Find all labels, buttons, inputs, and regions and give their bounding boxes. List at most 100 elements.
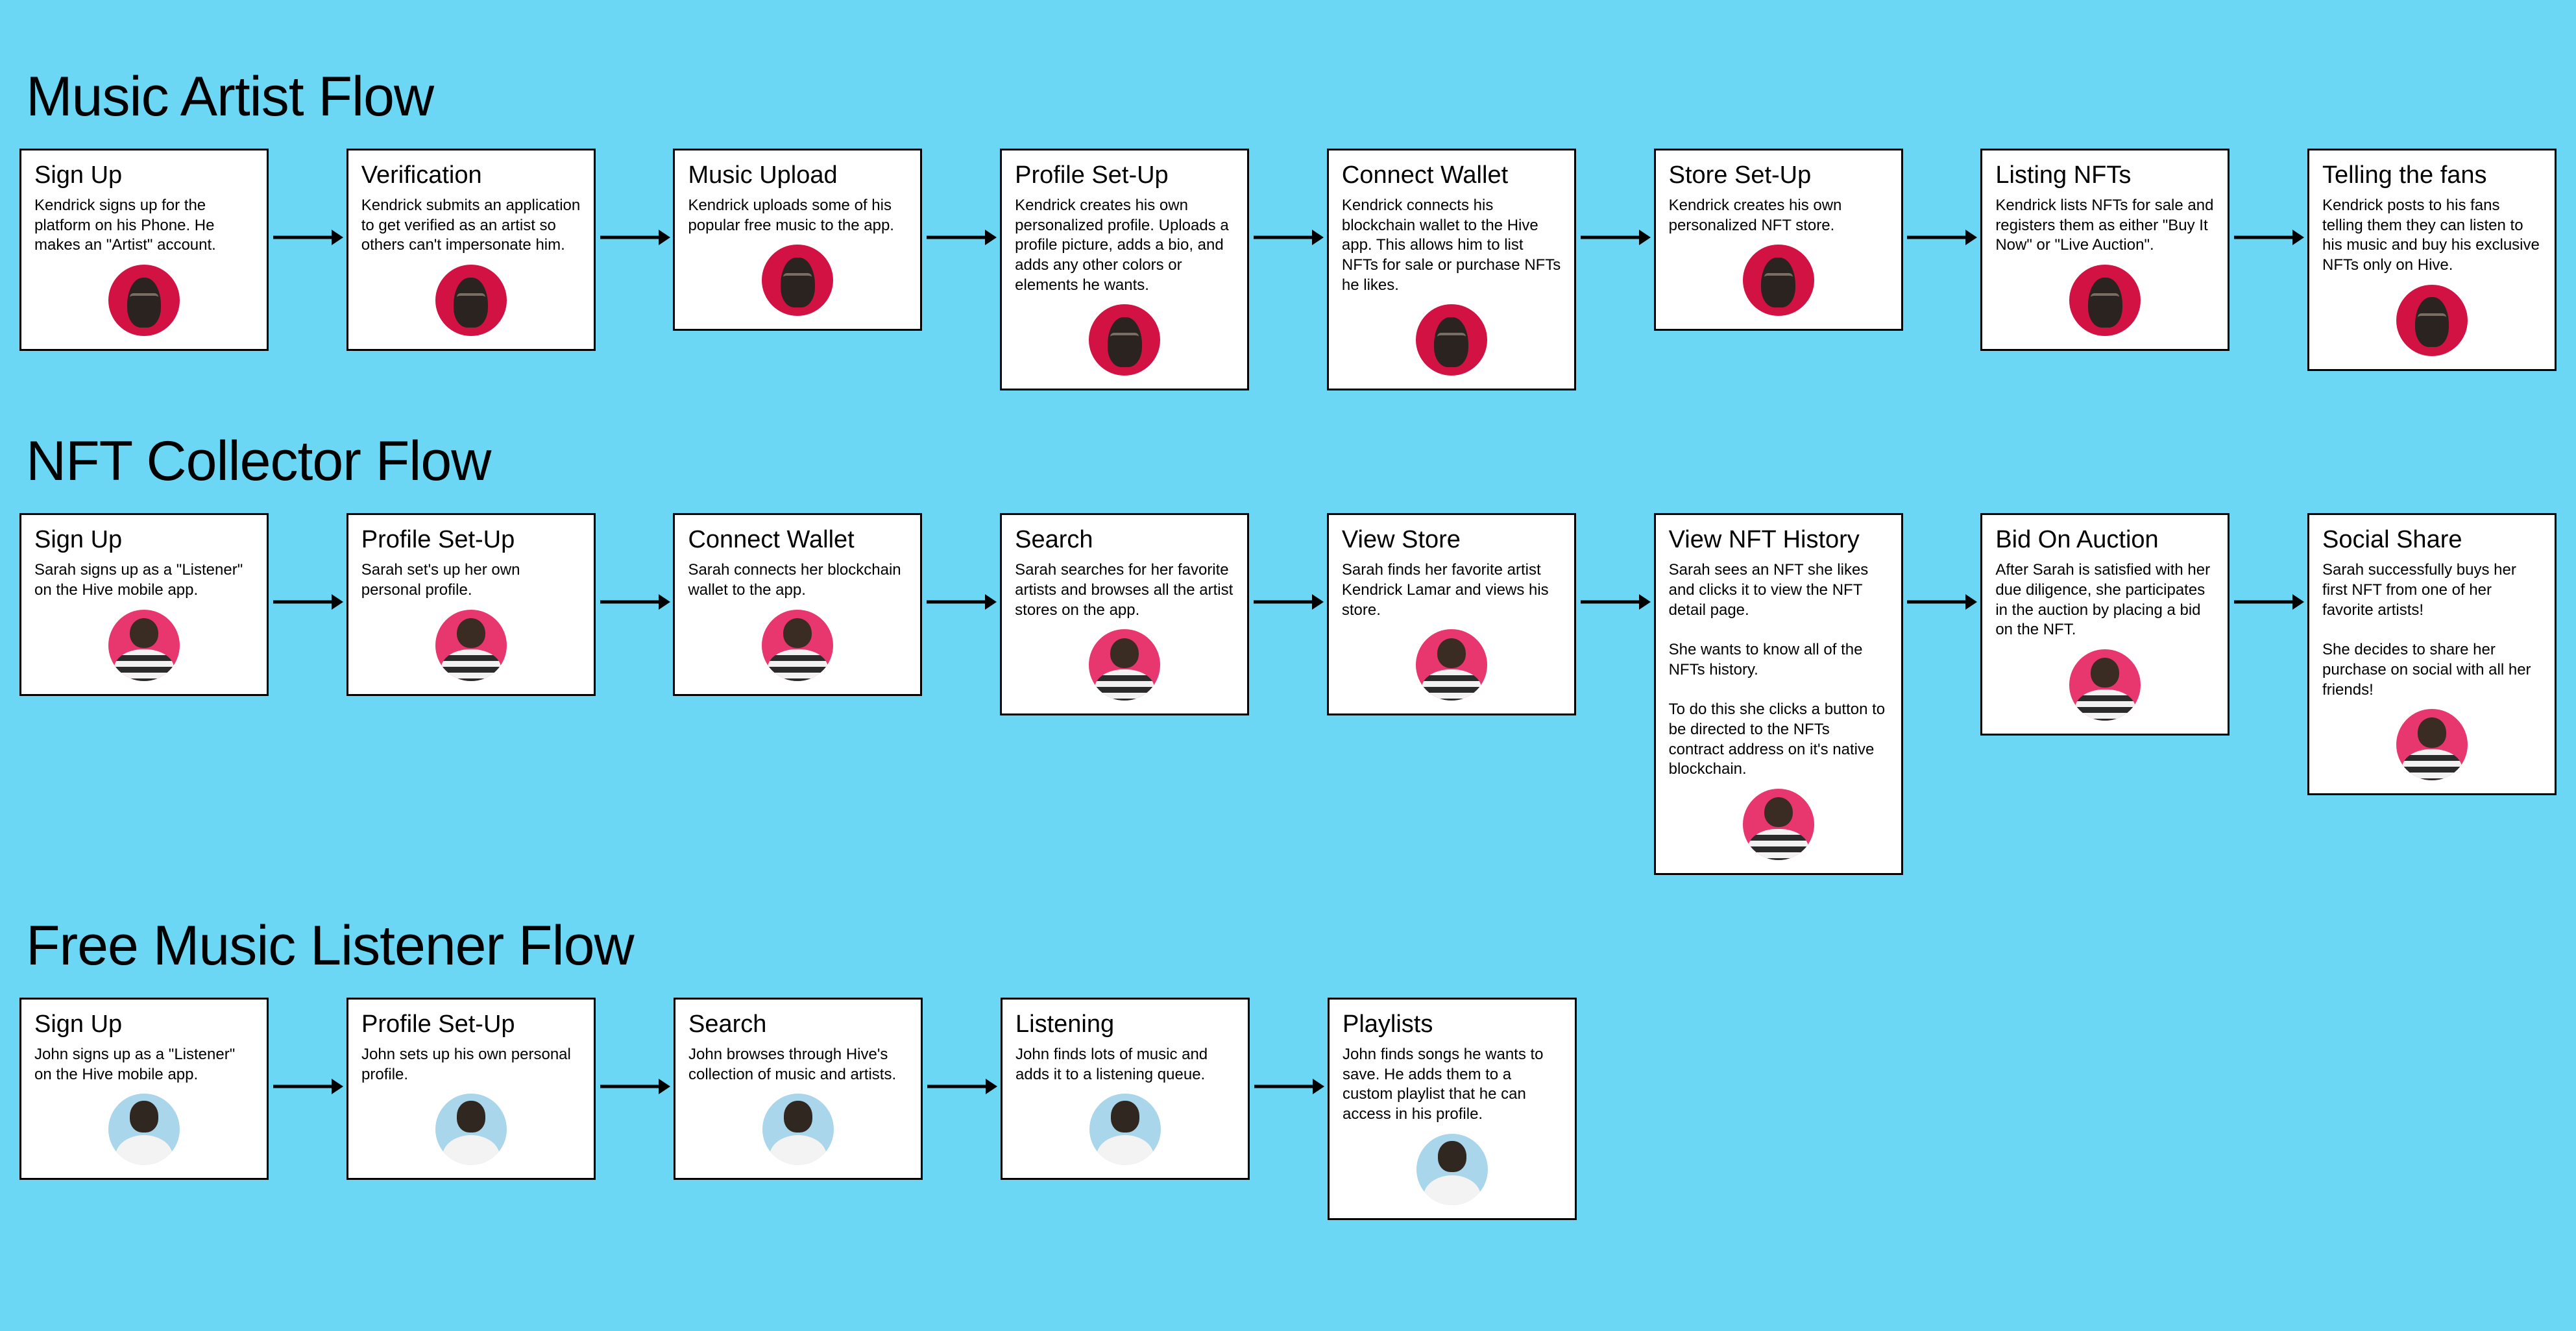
flow-card: Sign Up Kendrick signs up for the platfor…: [19, 149, 269, 351]
flow-cell: Connect Wallet Sarah connects her blockch…: [673, 513, 922, 695]
avatar: [108, 610, 180, 681]
card-body: Sarah sees an NFT she likes and clicks i…: [1669, 560, 1888, 780]
flow-cell: Playlists John finds songs he wants to sa…: [1328, 998, 1577, 1220]
card-title: Music Upload: [688, 162, 907, 189]
flow-cell: Profile Set-UpKendrick creates his own p…: [1000, 149, 1249, 390]
diagram-root: Music Artist Flow Sign Up Kendrick signs u…: [19, 65, 2557, 1220]
arrow-icon: [1249, 513, 1327, 613]
flow-card: Listing NFTs Kendrick lists NFTs for sale…: [1980, 149, 2230, 351]
card-body: Kendrick creates his own personalized pr…: [1015, 196, 1234, 296]
flow-row: Sign UpSarah signs up as a "Listener" on…: [19, 513, 2557, 875]
flow-card: SearchSarah searches for her favorite ar…: [1000, 513, 1249, 715]
card-body: Sarah signs up as a "Listener" on the Hi…: [34, 560, 254, 600]
avatar: [108, 265, 180, 336]
card-title: Listening: [1015, 1011, 1235, 1038]
flow-card: Profile Set-UpKendrick creates his own p…: [1000, 149, 1249, 390]
flow-card: Sign UpSarah signs up as a "Listener" on…: [19, 513, 269, 695]
flow-row: Sign Up Kendrick signs up for the platfor…: [19, 149, 2557, 390]
card-body: John finds lots of music and adds it to …: [1015, 1045, 1235, 1085]
flow-cell: Verification Kendrick submits an applicat…: [346, 149, 596, 351]
flow-cell: View NFT History Sarah sees an NFT she li…: [1654, 513, 1903, 875]
arrow-icon: [922, 149, 1000, 248]
avatar: [435, 1094, 507, 1165]
avatar: [1089, 304, 1160, 376]
flow-card: View StoreSarah finds her favorite artis…: [1327, 513, 1576, 715]
card-title: Playlists: [1343, 1011, 1562, 1038]
avatar: [1089, 629, 1160, 701]
flow-cell: Profile Set-UpSarah set's up her own per…: [346, 513, 596, 695]
flow-cell: Listening John finds lots of music and ad…: [1001, 998, 1250, 1180]
flow-cell: Telling the fans Kendrick posts to his fa…: [2307, 149, 2557, 371]
flow-card: Social ShareSarah successfully buys her …: [2307, 513, 2557, 795]
avatar: [2069, 265, 2141, 336]
card-title: Listing NFTs: [1995, 162, 2215, 189]
card-title: View Store: [1342, 527, 1561, 554]
avatar: [1416, 1134, 1488, 1205]
flow-cell: Sign Up Kendrick signs up for the platfor…: [19, 149, 269, 351]
flow-card: Verification Kendrick submits an applicat…: [346, 149, 596, 351]
avatar: [2069, 649, 2141, 721]
card-body: Kendrick submits an application to get v…: [361, 196, 581, 256]
avatar: [1416, 304, 1487, 376]
card-title: Profile Set-Up: [361, 1011, 581, 1038]
flow-card: Bid On Auction After Sarah is satisfied w…: [1980, 513, 2230, 736]
card-title: View NFT History: [1669, 527, 1888, 554]
arrow-icon: [269, 513, 346, 613]
flow-card: Playlists John finds songs he wants to sa…: [1328, 998, 1577, 1220]
card-body: Kendrick connects his blockchain wallet …: [1342, 196, 1561, 296]
arrow-icon: [269, 998, 346, 1097]
flow-title: NFT Collector Flow: [26, 429, 2557, 494]
card-title: Connect Wallet: [688, 527, 907, 554]
flow-card: Profile Set-Up John sets up his own perso…: [346, 998, 596, 1180]
avatar: [1743, 789, 1814, 860]
flow-card: View NFT History Sarah sees an NFT she li…: [1654, 513, 1903, 875]
card-title: Search: [1015, 527, 1234, 554]
card-body: Sarah connects her blockchain wallet to …: [688, 560, 907, 600]
card-body: John signs up as a "Listener" on the Hiv…: [34, 1045, 254, 1085]
avatar: [2396, 285, 2468, 356]
flow-cell: Bid On Auction After Sarah is satisfied w…: [1980, 513, 2230, 736]
flow-cell: Store Set-UpKendrick creates his own per…: [1654, 149, 1903, 331]
flow-cell: Music Upload Kendrick uploads some of his…: [673, 149, 922, 331]
avatar: [762, 1094, 834, 1165]
card-title: Bid On Auction: [1995, 527, 2215, 554]
arrow-icon: [2230, 149, 2307, 248]
card-body: Kendrick uploads some of his popular fre…: [688, 196, 907, 235]
card-title: Connect Wallet: [1342, 162, 1561, 189]
card-title: Sign Up: [34, 1011, 254, 1038]
card-title: Verification: [361, 162, 581, 189]
flow-card: Store Set-UpKendrick creates his own per…: [1654, 149, 1903, 331]
card-body: John sets up his own personal profile.: [361, 1045, 581, 1085]
arrow-icon: [596, 998, 674, 1097]
card-body: Kendrick posts to his fans telling them …: [2322, 196, 2542, 276]
card-body: Kendrick creates his own personalized NF…: [1669, 196, 1888, 235]
flow-card: Connect Wallet Kendrick connects his bloc…: [1327, 149, 1576, 390]
flow-title: Music Artist Flow: [26, 65, 2557, 129]
avatar: [108, 1094, 180, 1165]
flow-card: SearchJohn browses through Hive's collec…: [674, 998, 923, 1180]
arrow-icon: [1576, 513, 1654, 613]
flow-card: Listening John finds lots of music and ad…: [1001, 998, 1250, 1180]
flow-card: Connect Wallet Sarah connects her blockch…: [673, 513, 922, 695]
card-title: Social Share: [2322, 527, 2542, 554]
flow-cell: Sign Up John signs up as a "Listener" on …: [19, 998, 269, 1180]
card-body: John finds songs he wants to save. He ad…: [1343, 1045, 1562, 1125]
avatar: [1089, 1094, 1161, 1165]
flow-card: Telling the fans Kendrick posts to his fa…: [2307, 149, 2557, 371]
card-title: Sign Up: [34, 162, 254, 189]
avatar: [435, 265, 507, 336]
arrow-icon: [1249, 149, 1327, 248]
card-title: Search: [688, 1011, 908, 1038]
card-title: Profile Set-Up: [361, 527, 581, 554]
flow-cell: Social ShareSarah successfully buys her …: [2307, 513, 2557, 795]
avatar: [762, 610, 833, 681]
card-body: Kendrick lists NFTs for sale and registe…: [1995, 196, 2215, 256]
card-body: Kendrick signs up for the platform on hi…: [34, 196, 254, 256]
arrow-icon: [1576, 149, 1654, 248]
avatar: [435, 610, 507, 681]
card-body: After Sarah is satisfied with her due di…: [1995, 560, 2215, 640]
arrow-icon: [2230, 513, 2307, 613]
card-title: Telling the fans: [2322, 162, 2542, 189]
flow-cell: SearchJohn browses through Hive's collec…: [674, 998, 923, 1180]
arrow-icon: [596, 149, 674, 248]
